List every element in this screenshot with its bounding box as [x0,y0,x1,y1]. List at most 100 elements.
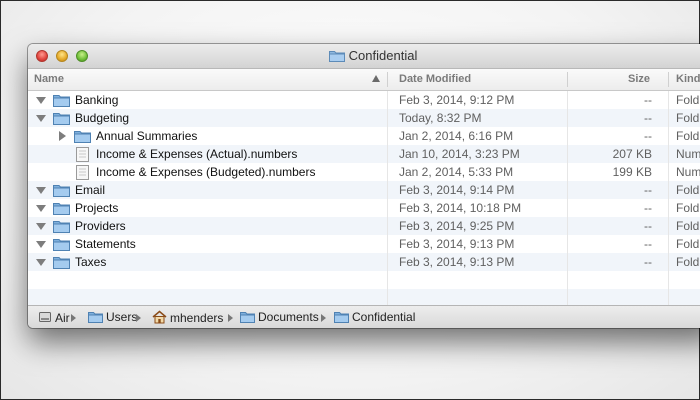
file-list: Banking Feb 3, 2014, 9:12 PM -- Fold Budgeti… [28,91,700,307]
column-date-header[interactable]: Date Modified [399,73,471,85]
row-kind: Num [676,165,700,179]
row-name: Annual Summaries [96,129,198,143]
column-divider[interactable] [387,72,388,87]
column-header: Name Date Modified Size Kind [28,69,700,91]
row-size: 199 KB [612,165,652,179]
column-name-header[interactable]: Name [34,73,64,85]
folder-icon [53,219,70,236]
home-icon [152,310,170,325]
path-segment[interactable]: Documents [240,310,319,324]
empty-row [28,271,700,289]
path-segment[interactable]: Air [38,310,70,325]
window-title: Confidential [348,48,418,63]
disclosure-open-icon[interactable] [36,97,46,104]
path-separator-icon [71,314,76,322]
row-date-modified: Jan 2, 2014, 6:16 PM [399,129,514,143]
folder-icon [53,111,70,128]
path-bar: Air Users mhenders Documents Confidential [28,305,700,328]
row-size: -- [644,201,652,215]
path-segment[interactable]: Users [88,310,137,324]
sort-ascending-icon [372,75,380,82]
row-date-modified: Feb 3, 2014, 9:13 PM [399,255,515,269]
row-date-modified: Feb 3, 2014, 9:12 PM [399,93,515,107]
disclosure-open-icon[interactable] [36,223,46,230]
row-date-modified: Feb 3, 2014, 10:18 PM [399,201,522,215]
folder-row[interactable]: Providers Feb 3, 2014, 9:25 PM -- Fold [28,217,700,235]
path-segment-label: Confidential [352,310,416,324]
path-segment-label: Air [55,311,70,325]
row-kind: Fold [676,129,700,143]
file-row[interactable]: Income & Expenses (Budgeted).numbers Jan … [28,163,700,181]
folder-row[interactable]: Taxes Feb 3, 2014, 9:13 PM -- Fold [28,253,700,271]
folder-row[interactable]: Email Feb 3, 2014, 9:14 PM -- Fold [28,181,700,199]
folder-row[interactable]: Annual Summaries Jan 2, 2014, 6:16 PM -- Fo… [28,127,700,145]
column-grid-line [668,91,669,307]
row-kind: Fold [676,93,700,107]
folder-row[interactable]: Banking Feb 3, 2014, 9:12 PM -- Fold [28,91,700,109]
column-kind-header[interactable]: Kind [676,73,700,85]
disclosure-open-icon[interactable] [36,259,46,266]
row-size: -- [644,183,652,197]
hard-drive-icon [38,311,55,325]
row-name: Banking [75,93,119,107]
row-size: -- [644,111,652,125]
row-size: -- [644,129,652,143]
row-date-modified: Feb 3, 2014, 9:13 PM [399,237,515,251]
disclosure-closed-icon[interactable] [59,131,66,141]
column-divider[interactable] [668,72,669,87]
documents-folder-icon [240,310,258,324]
row-kind: Num [676,147,700,161]
path-segment-label: Documents [258,310,319,324]
disclosure-open-icon[interactable] [36,187,46,194]
folder-icon [328,51,345,62]
row-kind: Fold [676,237,700,251]
file-row[interactable]: Income & Expenses (Actual).numbers Jan 10… [28,145,700,163]
row-date-modified: Jan 2, 2014, 5:33 PM [399,165,514,179]
folder-row[interactable]: Budgeting Today, 8:32 PM -- Fold [28,109,700,127]
path-separator-icon [321,314,326,322]
row-size: -- [644,255,652,269]
row-kind: Fold [676,201,700,215]
column-size-header[interactable]: Size [628,73,650,85]
folder-icon [53,183,70,200]
folder-icon [53,201,70,218]
row-name: Statements [75,237,136,251]
path-segment-label: mhenders [170,311,224,325]
row-name: Budgeting [75,111,130,125]
folder-icon [53,255,70,272]
path-segment[interactable]: mhenders [152,310,223,325]
path-separator-icon [136,314,141,322]
window-title-group: Confidential [28,48,700,63]
row-kind: Fold [676,255,700,269]
path-separator-icon [228,314,233,322]
folder-icon [334,310,352,324]
row-name: Projects [75,201,119,215]
row-date-modified: Jan 10, 2014, 3:23 PM [399,147,520,161]
row-size: 207 KB [612,147,652,161]
column-divider[interactable] [567,72,568,87]
disclosure-open-icon[interactable] [36,115,46,122]
row-kind: Fold [676,183,700,197]
row-kind: Fold [676,219,700,233]
path-segment[interactable]: Confidential [334,310,415,324]
row-name: Income & Expenses (Budgeted).numbers [96,165,316,179]
finder-window: Confidential Name Date Modified Size Kin… [28,44,700,328]
folder-icon [53,93,70,110]
folder-icon [88,310,106,324]
row-size: -- [644,237,652,251]
row-date-modified: Today, 8:32 PM [399,111,482,125]
path-segment-label: Users [106,310,138,324]
folder-row[interactable]: Projects Feb 3, 2014, 10:18 PM -- Fold [28,199,700,217]
row-date-modified: Feb 3, 2014, 9:14 PM [399,183,515,197]
row-name: Providers [75,219,126,233]
row-size: -- [644,219,652,233]
row-name: Taxes [75,255,107,269]
disclosure-open-icon[interactable] [36,205,46,212]
column-grid-line [567,91,568,307]
folder-row[interactable]: Statements Feb 3, 2014, 9:13 PM -- Fold [28,235,700,253]
row-date-modified: Feb 3, 2014, 9:25 PM [399,219,515,233]
title-bar[interactable]: Confidential [28,44,700,69]
column-grid-line [387,91,388,307]
folder-icon [74,129,91,146]
disclosure-open-icon[interactable] [36,241,46,248]
